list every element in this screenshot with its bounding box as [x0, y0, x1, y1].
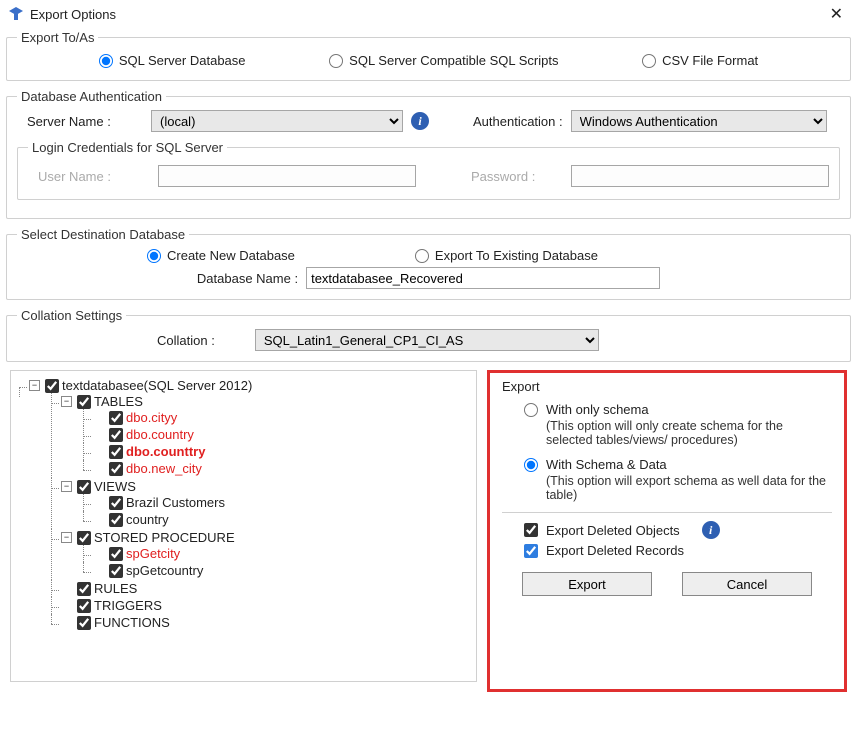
tree-node-label[interactable]: TABLES: [94, 394, 143, 409]
export-panel: Export With only schema (This option wil…: [487, 370, 847, 692]
db-name-label: Database Name :: [197, 271, 298, 286]
tree-checkbox[interactable]: [109, 428, 123, 442]
tree-expander-icon[interactable]: −: [61, 481, 72, 492]
password-input: [571, 165, 829, 187]
username-input: [158, 165, 416, 187]
checkbox-deleted-objects[interactable]: Export Deleted Objects i: [524, 521, 832, 539]
schema-data-desc: (This option will export schema as well …: [546, 474, 832, 502]
collation-label: Collation :: [157, 333, 215, 348]
export-to-group: Export To/As SQL Server Database SQL Ser…: [6, 30, 851, 81]
tree-expander-icon[interactable]: −: [29, 380, 40, 391]
tree-checkbox[interactable]: [109, 445, 123, 459]
auth-label: Authentication :: [473, 114, 563, 129]
tree-checkbox[interactable]: [45, 379, 59, 393]
collation-select[interactable]: SQL_Latin1_General_CP1_CI_AS: [255, 329, 599, 351]
tree-checkbox[interactable]: [77, 616, 91, 630]
dest-db-group: Select Destination Database Create New D…: [6, 227, 851, 300]
cancel-button[interactable]: Cancel: [682, 572, 812, 596]
collation-group: Collation Settings Collation : SQL_Latin…: [6, 308, 851, 362]
tree-node-label[interactable]: country: [126, 512, 169, 527]
radio-create-db[interactable]: Create New Database: [147, 248, 295, 263]
tree-expander-icon[interactable]: −: [61, 396, 72, 407]
login-creds-legend: Login Credentials for SQL Server: [28, 140, 227, 155]
tree-node-label[interactable]: dbo.new_city: [126, 461, 202, 476]
radio-existing-db[interactable]: Export To Existing Database: [415, 248, 598, 263]
tree-checkbox[interactable]: [77, 395, 91, 409]
tree-checkbox[interactable]: [77, 599, 91, 613]
tree-node-label[interactable]: Brazil Customers: [126, 495, 225, 510]
radio-sql-scripts[interactable]: SQL Server Compatible SQL Scripts: [329, 53, 558, 68]
db-auth-legend: Database Authentication: [17, 89, 166, 104]
divider: [502, 512, 832, 513]
tree-checkbox[interactable]: [77, 531, 91, 545]
tree-checkbox[interactable]: [109, 496, 123, 510]
app-icon: [8, 6, 24, 22]
tree-node-label[interactable]: dbo.cityy: [126, 410, 177, 425]
tree-node-label[interactable]: textdatabasee(SQL Server 2012): [62, 378, 252, 393]
schema-only-desc: (This option will only create schema for…: [546, 419, 832, 447]
db-name-input[interactable]: [306, 267, 660, 289]
tree-node-label[interactable]: dbo.country: [126, 427, 194, 442]
tree-node-label[interactable]: TRIGGERS: [94, 598, 162, 613]
radio-schema-data[interactable]: With Schema & Data: [524, 457, 832, 472]
checkbox-deleted-records[interactable]: Export Deleted Records: [524, 543, 832, 558]
object-tree[interactable]: −textdatabasee(SQL Server 2012)−TABLESdb…: [10, 370, 477, 682]
tree-checkbox[interactable]: [77, 582, 91, 596]
password-label: Password :: [471, 169, 561, 184]
tree-checkbox[interactable]: [109, 462, 123, 476]
server-name-select[interactable]: (local): [151, 110, 403, 132]
radio-csv[interactable]: CSV File Format: [642, 53, 758, 68]
tree-expander-icon[interactable]: −: [61, 532, 72, 543]
collation-legend: Collation Settings: [17, 308, 126, 323]
tree-node-label[interactable]: STORED PROCEDURE: [94, 530, 235, 545]
tree-node-label[interactable]: spGetcity: [126, 546, 180, 561]
export-to-legend: Export To/As: [17, 30, 98, 45]
login-creds-group: Login Credentials for SQL Server User Na…: [17, 140, 840, 200]
tree-checkbox[interactable]: [109, 411, 123, 425]
db-auth-group: Database Authentication Server Name : (l…: [6, 89, 851, 219]
tree-checkbox[interactable]: [109, 513, 123, 527]
tree-node-label[interactable]: dbo.counttry: [126, 444, 205, 459]
export-panel-title: Export: [502, 379, 832, 394]
radio-schema-only[interactable]: With only schema: [524, 402, 832, 417]
dest-db-legend: Select Destination Database: [17, 227, 189, 242]
username-label: User Name :: [38, 169, 148, 184]
export-button[interactable]: Export: [522, 572, 652, 596]
radio-sql-server-db[interactable]: SQL Server Database: [99, 53, 246, 68]
tree-node-label[interactable]: RULES: [94, 581, 137, 596]
tree-node-label[interactable]: spGetcountry: [126, 563, 203, 578]
info-icon[interactable]: i: [411, 112, 429, 130]
tree-checkbox[interactable]: [109, 547, 123, 561]
titlebar: Export Options ✕: [0, 0, 857, 28]
server-name-label: Server Name :: [27, 114, 143, 129]
tree-checkbox[interactable]: [109, 564, 123, 578]
info-icon[interactable]: i: [702, 521, 720, 539]
close-icon[interactable]: ✕: [824, 4, 849, 24]
tree-node-label[interactable]: VIEWS: [94, 479, 136, 494]
tree-checkbox[interactable]: [77, 480, 91, 494]
tree-node-label[interactable]: FUNCTIONS: [94, 615, 170, 630]
window-title: Export Options: [30, 7, 824, 22]
auth-select[interactable]: Windows Authentication: [571, 110, 827, 132]
